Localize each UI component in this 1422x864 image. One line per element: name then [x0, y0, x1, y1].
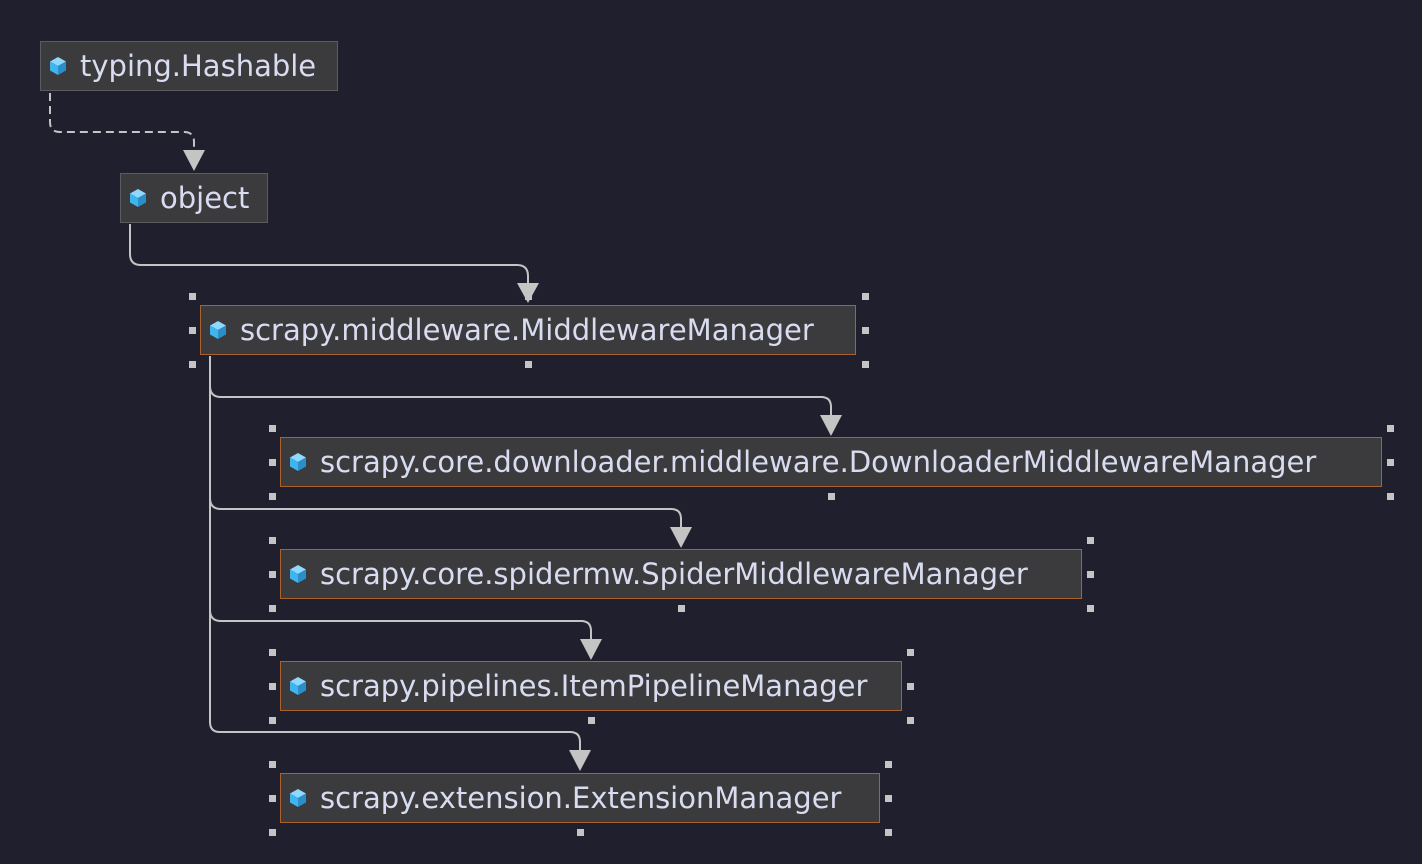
- selection-handle[interactable]: [269, 537, 276, 544]
- selection-handle[interactable]: [189, 361, 196, 368]
- selection-handle[interactable]: [269, 795, 276, 802]
- class-cube-icon: [210, 321, 226, 339]
- node-label: scrapy.core.spidermw.SpiderMiddlewareMan…: [320, 557, 1028, 591]
- selection-handle[interactable]: [269, 829, 276, 836]
- selection-handle[interactable]: [885, 761, 892, 768]
- selection-handle[interactable]: [525, 361, 532, 368]
- selection-handle[interactable]: [1387, 493, 1394, 500]
- selection-handle[interactable]: [269, 425, 276, 432]
- selection-handle[interactable]: [269, 571, 276, 578]
- edge-middleware-pipeline-arrowhead: [580, 639, 602, 660]
- node-extension-manager[interactable]: scrapy.extension.ExtensionManager: [280, 773, 880, 823]
- diagram-canvas: typing.Hashable object scrapy.middleware…: [0, 0, 1422, 864]
- selection-handle[interactable]: [678, 605, 685, 612]
- selection-handle[interactable]: [1087, 605, 1094, 612]
- selection-handle[interactable]: [1087, 571, 1094, 578]
- selection-handle[interactable]: [1387, 425, 1394, 432]
- selection-handle[interactable]: [525, 293, 532, 300]
- node-label: scrapy.extension.ExtensionManager: [320, 781, 842, 815]
- edge-object-middleware: [129, 224, 529, 283]
- class-cube-icon: [130, 189, 146, 207]
- node-label: object: [160, 181, 250, 215]
- class-cube-icon: [290, 677, 306, 695]
- edge-middleware-spider: [209, 497, 682, 527]
- edge-middleware-downloader: [209, 385, 832, 415]
- edge-middleware-spider-arrowhead: [670, 527, 692, 548]
- selection-handle[interactable]: [907, 717, 914, 724]
- edge-middleware-pipeline: [209, 609, 592, 639]
- selection-handle[interactable]: [828, 493, 835, 500]
- class-cube-icon: [290, 565, 306, 583]
- class-cube-icon: [290, 453, 306, 471]
- selection-handle[interactable]: [269, 459, 276, 466]
- edge-hashable-object: [49, 93, 195, 150]
- node-typing-hashable[interactable]: typing.Hashable: [40, 41, 338, 91]
- node-object[interactable]: object: [120, 173, 268, 223]
- selection-handle[interactable]: [269, 717, 276, 724]
- selection-handle[interactable]: [269, 649, 276, 656]
- selection-handle[interactable]: [907, 683, 914, 690]
- selection-handle[interactable]: [269, 761, 276, 768]
- inheritance-edges: [49, 93, 842, 771]
- selection-handle[interactable]: [1387, 459, 1394, 466]
- selection-handle[interactable]: [885, 829, 892, 836]
- selection-handle[interactable]: [907, 649, 914, 656]
- selection-handle[interactable]: [189, 327, 196, 334]
- class-cube-icon: [50, 57, 66, 75]
- selection-handle[interactable]: [885, 795, 892, 802]
- node-label: scrapy.core.downloader.middleware.Downlo…: [320, 445, 1317, 479]
- selection-handle[interactable]: [269, 605, 276, 612]
- node-spider-middleware-manager[interactable]: scrapy.core.spidermw.SpiderMiddlewareMan…: [280, 549, 1082, 599]
- class-cube-icon: [290, 789, 306, 807]
- selection-handle[interactable]: [862, 293, 869, 300]
- node-label: scrapy.pipelines.ItemPipelineManager: [320, 669, 868, 703]
- node-item-pipeline-manager[interactable]: scrapy.pipelines.ItemPipelineManager: [280, 661, 902, 711]
- selection-handle[interactable]: [577, 829, 584, 836]
- selection-handle[interactable]: [1087, 537, 1094, 544]
- selection-handle[interactable]: [862, 327, 869, 334]
- edge-middleware-downloader-arrowhead: [820, 415, 842, 436]
- node-label: scrapy.middleware.MiddlewareManager: [240, 313, 814, 347]
- edge-middleware-extension-arrowhead: [569, 750, 591, 771]
- selection-handle[interactable]: [269, 683, 276, 690]
- selection-handle[interactable]: [189, 293, 196, 300]
- selection-handle[interactable]: [862, 361, 869, 368]
- node-downloader-middleware-manager[interactable]: scrapy.core.downloader.middleware.Downlo…: [280, 437, 1382, 487]
- node-label: typing.Hashable: [80, 49, 317, 83]
- selection-handle[interactable]: [588, 717, 595, 724]
- selection-handle[interactable]: [269, 493, 276, 500]
- node-middleware-manager[interactable]: scrapy.middleware.MiddlewareManager: [200, 305, 856, 355]
- edge-hashable-object-arrowhead: [183, 150, 205, 171]
